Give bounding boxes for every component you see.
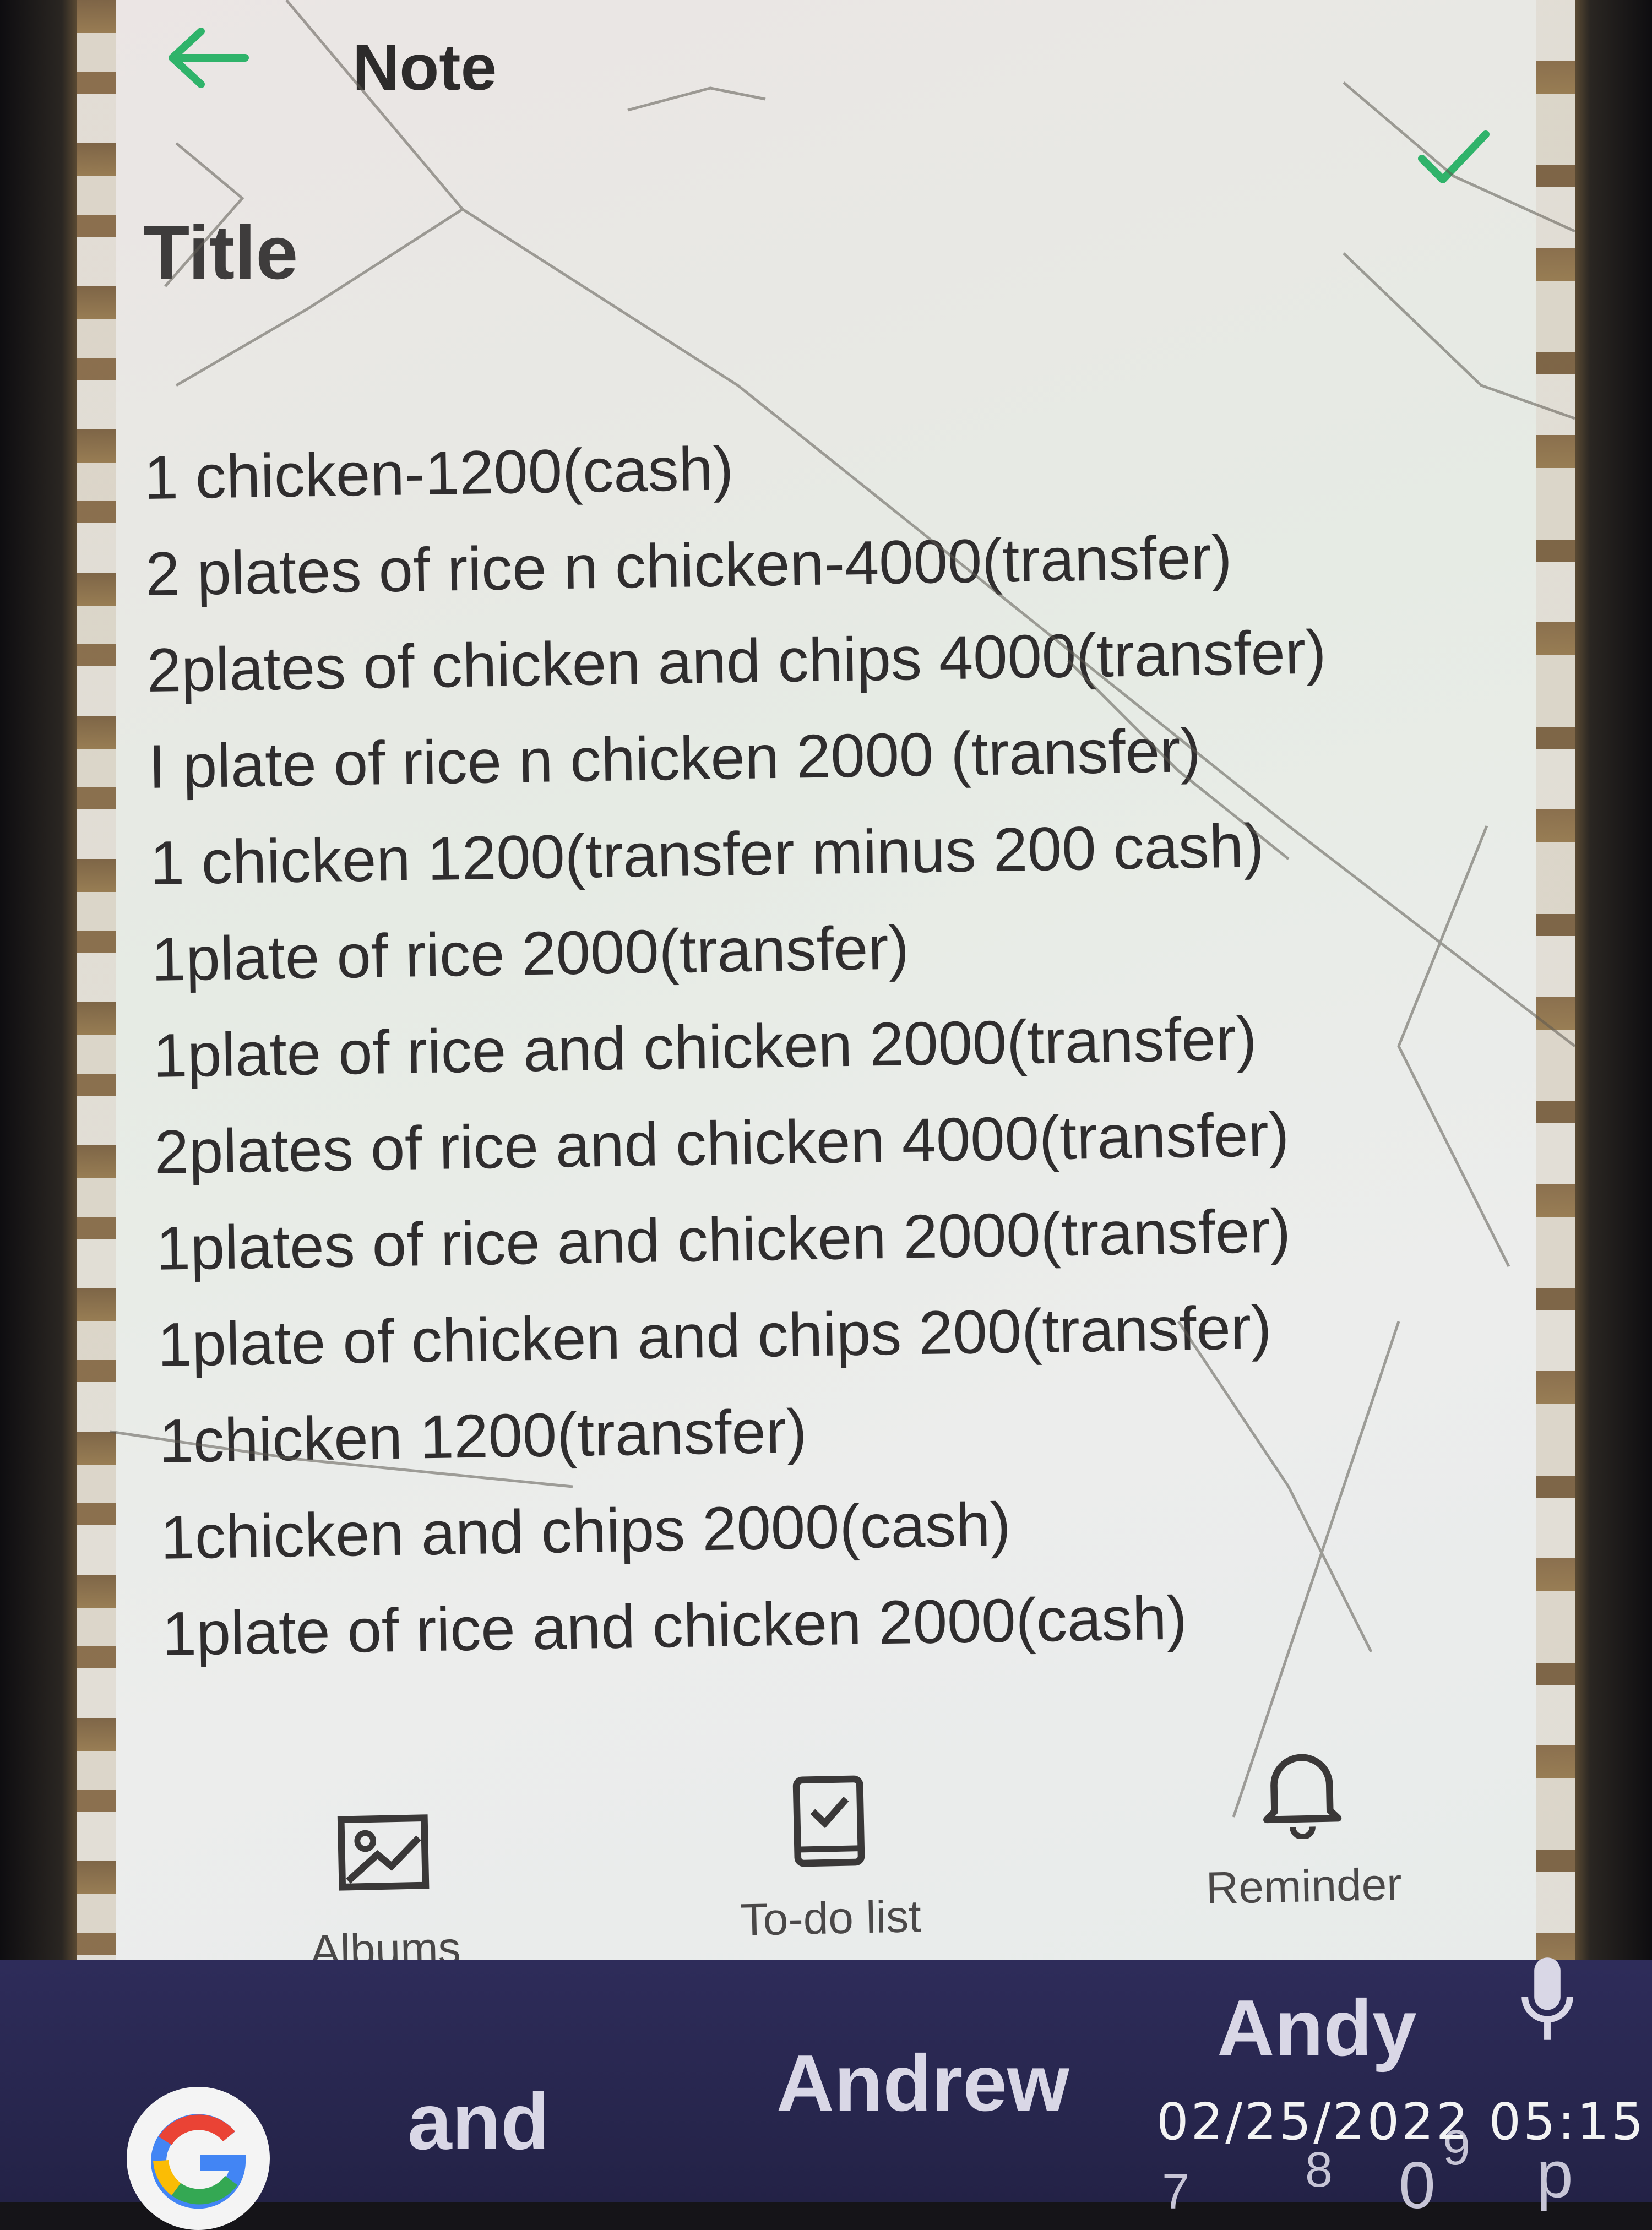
top-app-bar: Note: [77, 0, 1575, 143]
note-body-editor[interactable]: 1 chicken-1200(cash) 2 plates of rice n …: [143, 408, 1530, 1795]
back-arrow-icon: [169, 28, 249, 88]
reminder-label: Reminder: [1205, 1859, 1403, 1914]
suggestion-andrew[interactable]: Andrew: [776, 2037, 1069, 2129]
bell-icon: [1263, 1754, 1342, 1840]
save-note-button[interactable]: [1399, 110, 1509, 204]
note-title-input[interactable]: Title: [143, 209, 1134, 303]
todo-list-button[interactable]: To-do list: [672, 1710, 986, 1948]
checklist-book-icon: [792, 1775, 865, 1867]
microphone-icon: [1521, 1957, 1573, 2040]
page-title: Note: [352, 31, 497, 104]
bottom-toolbar: Albums To-do list Reminder: [77, 1665, 1575, 2004]
key-hint-0[interactable]: 0: [1399, 2147, 1436, 2223]
image-album-icon: [337, 1814, 430, 1891]
reminder-button[interactable]: Reminder: [1145, 1678, 1459, 1916]
back-button[interactable]: [160, 17, 253, 99]
albums-button[interactable]: Albums: [227, 1742, 540, 1979]
checkmark-icon: [1418, 130, 1490, 183]
camera-timestamp: 02/25/2022 05:15: [1156, 2092, 1646, 2151]
suggestion-and[interactable]: and: [407, 2076, 550, 2168]
title-placeholder: Title: [143, 210, 298, 295]
key-hint-7[interactable]: 7: [1162, 2164, 1189, 2221]
note-app-screen: Note Title 1 chicken-1200(cash) 2 plates…: [77, 0, 1575, 2015]
suggestion-andy[interactable]: Andy: [1217, 1982, 1417, 2074]
voice-input-button[interactable]: [1509, 1938, 1586, 2059]
google-button[interactable]: [127, 2087, 270, 2230]
phone-frame-left: [0, 0, 77, 2202]
google-g-icon: [151, 2114, 246, 2209]
todo-list-label: To-do list: [740, 1891, 922, 1945]
phone-frame-right: [1575, 0, 1652, 2202]
